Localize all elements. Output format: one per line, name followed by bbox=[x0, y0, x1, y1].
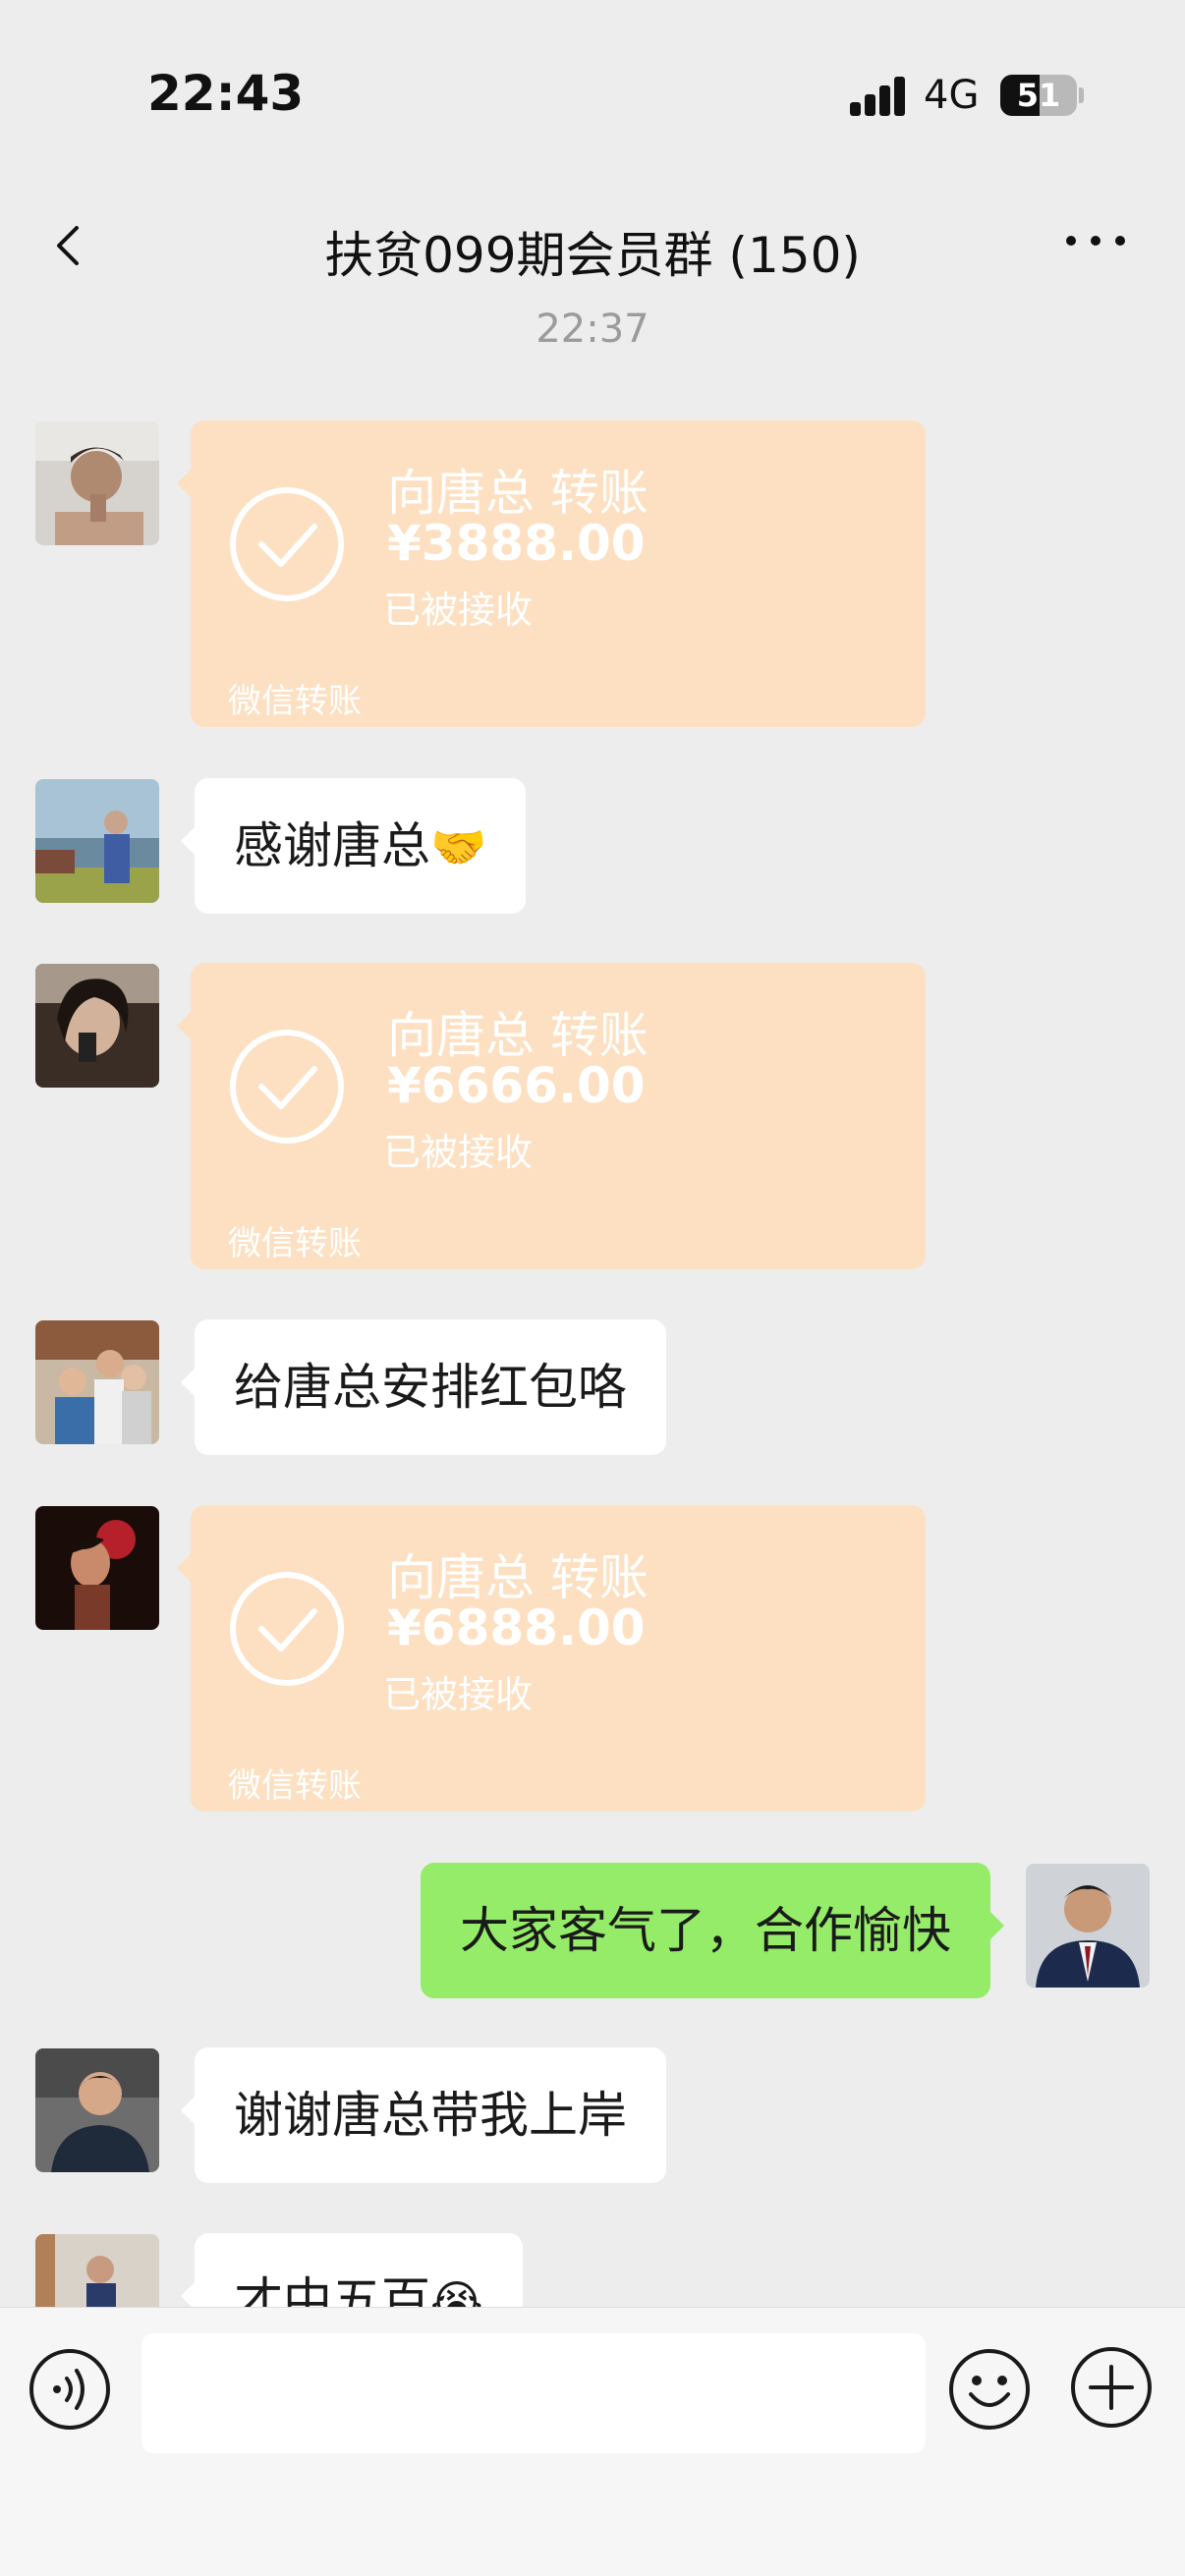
transfer-status: 已被接收 bbox=[383, 1673, 534, 1716]
emoji-icon[interactable] bbox=[947, 2347, 1032, 2432]
transfer-label: 微信转账 bbox=[228, 1766, 362, 1806]
status-bar: 22:43 4G 51 bbox=[0, 0, 1185, 147]
avatar[interactable] bbox=[35, 2234, 159, 2307]
avatar[interactable] bbox=[35, 779, 159, 903]
message-text: 给唐总安排红包咯 bbox=[234, 1359, 627, 1416]
transfer-amount: ¥3888.00 bbox=[387, 515, 646, 572]
transfer-card[interactable]: 向唐总 转账 ¥6888.00 已被接收 微信转账 bbox=[177, 1505, 926, 1812]
transfer-status: 已被接收 bbox=[383, 1131, 534, 1174]
transfer-card[interactable]: 向唐总 转账 ¥3888.00 已被接收 微信转账 bbox=[177, 420, 926, 727]
battery-level: 51 bbox=[1016, 77, 1061, 114]
transfer-amount: ¥6666.00 bbox=[387, 1057, 646, 1114]
transfer-amount: ¥6888.00 bbox=[387, 1599, 646, 1656]
message-bubble[interactable]: 感谢唐总🤝 bbox=[180, 778, 527, 914]
check-icon bbox=[230, 1572, 344, 1686]
avatar[interactable] bbox=[35, 2048, 159, 2172]
message-text: 感谢唐总 bbox=[234, 817, 430, 874]
message-text: 谢谢唐总带我上岸 bbox=[234, 2087, 627, 2144]
crying-face-icon: 😭 bbox=[430, 2275, 483, 2307]
avatar[interactable] bbox=[35, 1506, 159, 1630]
signal-icon bbox=[850, 77, 907, 116]
message-bubble[interactable]: 才中五百😭 bbox=[181, 2233, 523, 2307]
transfer-label: 微信转账 bbox=[228, 682, 362, 721]
more-icon[interactable] bbox=[1061, 226, 1130, 255]
message-timestamp: 22:37 bbox=[536, 307, 649, 352]
avatar[interactable] bbox=[35, 1320, 159, 1444]
check-icon bbox=[230, 1030, 344, 1144]
transfer-label: 微信转账 bbox=[228, 1224, 362, 1263]
my-avatar[interactable] bbox=[1026, 1864, 1150, 1988]
avatar[interactable] bbox=[35, 964, 159, 1088]
avatar[interactable] bbox=[35, 421, 159, 545]
message-text: 大家客气了，合作愉快 bbox=[460, 1902, 951, 1959]
transfer-card[interactable]: 向唐总 转账 ¥6666.00 已被接收 微信转账 bbox=[177, 963, 926, 1269]
transfer-status: 已被接收 bbox=[383, 588, 534, 632]
voice-icon[interactable] bbox=[28, 2347, 112, 2432]
battery-icon: 51 bbox=[1000, 75, 1077, 116]
my-message-bubble[interactable]: 大家客气了，合作愉快 bbox=[421, 1863, 1004, 1998]
plus-icon[interactable] bbox=[1069, 2345, 1154, 2430]
check-icon bbox=[230, 487, 344, 601]
handshake-icon: 🤝 bbox=[430, 820, 487, 873]
message-bubble[interactable]: 谢谢唐总带我上岸 bbox=[181, 2047, 666, 2183]
message-input[interactable] bbox=[141, 2333, 926, 2453]
input-bar bbox=[0, 2307, 1185, 2576]
message-bubble[interactable]: 给唐总安排红包咯 bbox=[181, 1319, 666, 1455]
nav-bar: 扶贫099期会员群 (150) bbox=[0, 187, 1185, 305]
page-title: 扶贫099期会员群 (150) bbox=[324, 227, 861, 284]
message-text: 才中五百 bbox=[234, 2272, 430, 2307]
chat-list[interactable]: 向唐总 转账 ¥3888.00 已被接收 微信转账 感谢唐总🤝 向唐总 转账 ¥… bbox=[0, 393, 1185, 2307]
network-type: 4G bbox=[924, 73, 980, 118]
status-time: 22:43 bbox=[147, 65, 305, 122]
